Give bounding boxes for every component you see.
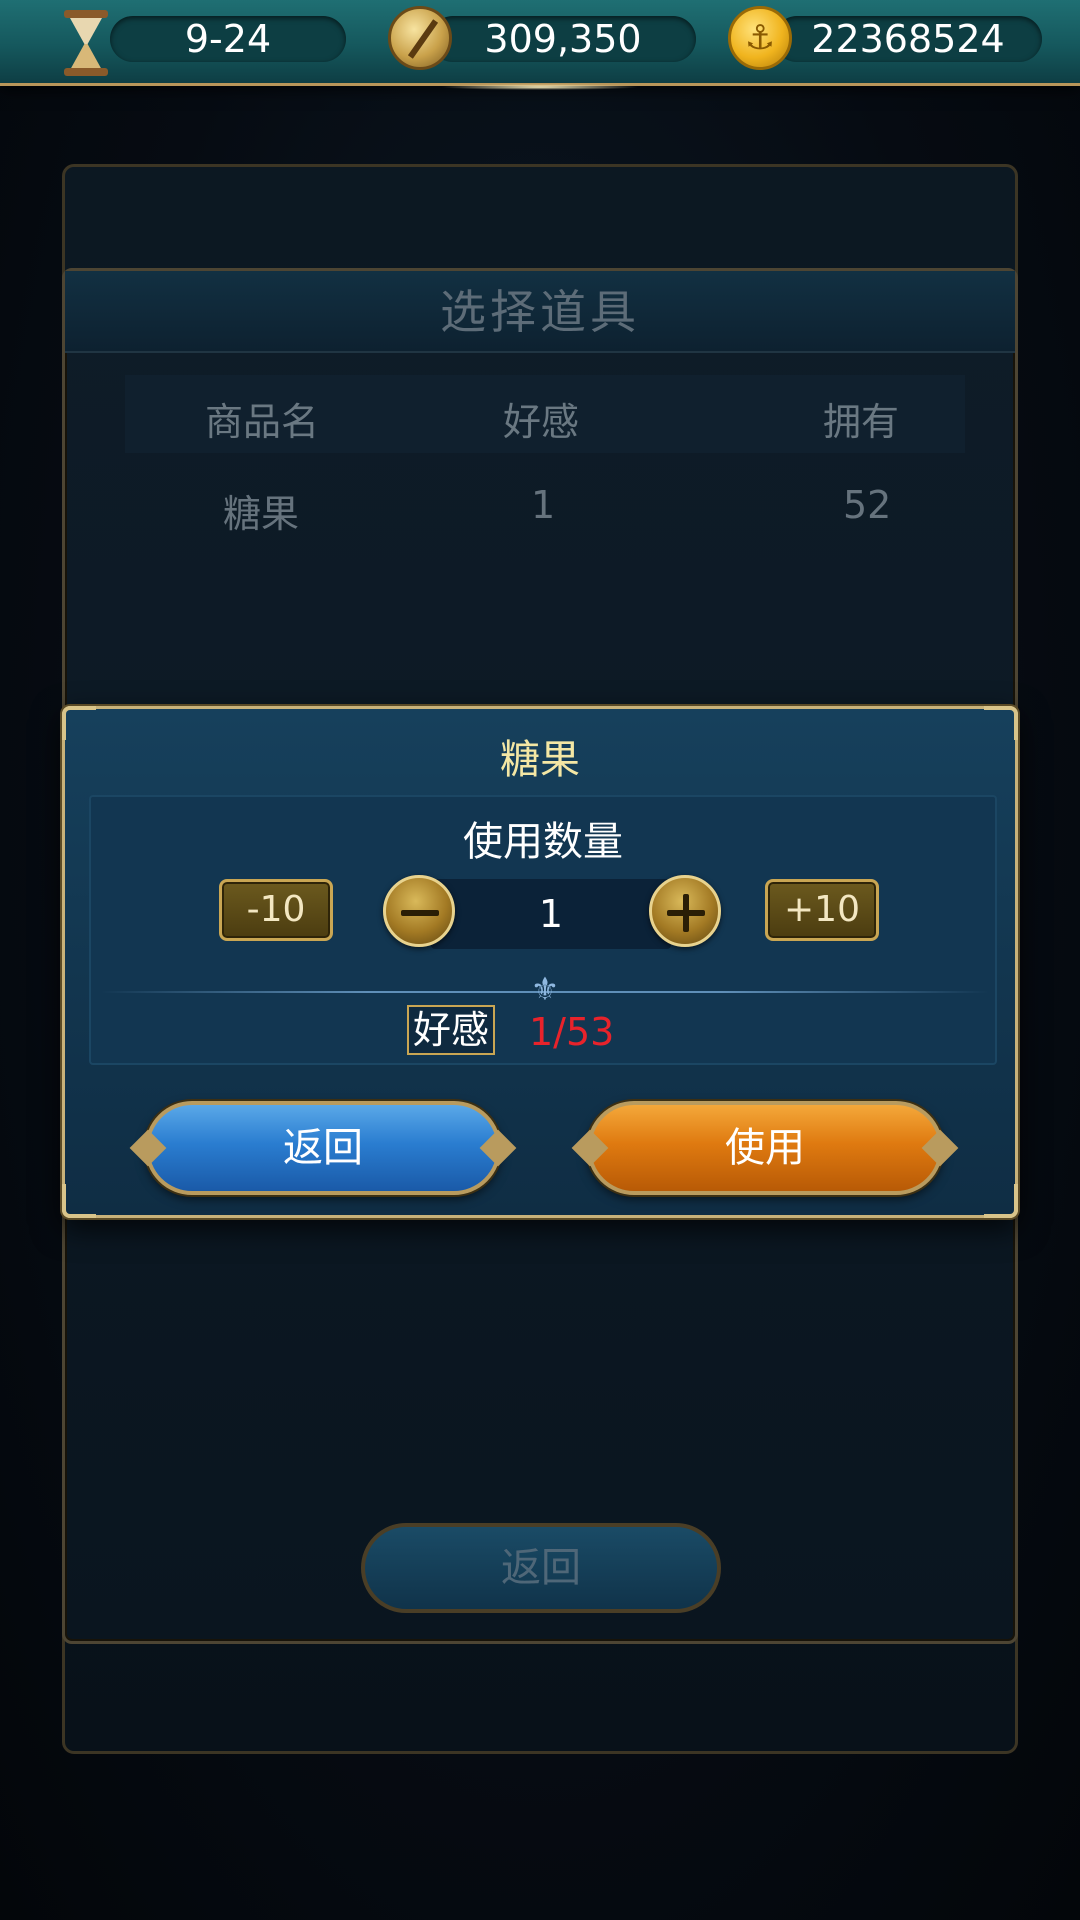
- panel-back-label: 返回: [501, 1545, 581, 1591]
- favor-label: 好感: [407, 1005, 496, 1055]
- column-header-name: 商品名: [205, 400, 320, 444]
- panel-back-button[interactable]: 返回: [361, 1523, 721, 1613]
- back-button[interactable]: 返回: [129, 1101, 517, 1195]
- corner-ornament: [984, 1184, 1018, 1218]
- row-item-favor: 1: [531, 483, 556, 527]
- gold-counter: 22368524: [774, 16, 1042, 62]
- hourglass-icon: [56, 6, 116, 76]
- select-item-title: 选择道具: [440, 285, 640, 339]
- plus-icon[interactable]: [649, 875, 721, 947]
- column-header-favor: 好感: [503, 400, 580, 444]
- use-item-dialog: 糖果 使用数量 -10 1 +10 ⚜ 好感 1/53 返回 使用: [62, 706, 1018, 1218]
- gold-value: 22368524: [811, 17, 1005, 61]
- row-item-owned: 52: [843, 483, 892, 527]
- column-header-owned: 拥有: [823, 400, 900, 444]
- game-screen: 9-24 309,350 22368524 ⚓ 选择道具 商品名 好感 拥有 糖…: [0, 0, 1080, 1920]
- button-ornament: [129, 1129, 167, 1167]
- compass-icon: [388, 6, 452, 70]
- button-ornament: [921, 1129, 959, 1167]
- silver-counter: 309,350: [430, 16, 696, 62]
- row-item-name: 糖果: [223, 492, 300, 536]
- button-ornament: [571, 1129, 609, 1167]
- date-value: 9-24: [184, 17, 272, 61]
- corner-ornament: [62, 1184, 96, 1218]
- use-button-label: 使用: [725, 1125, 805, 1171]
- minus-icon[interactable]: [383, 875, 455, 947]
- dialog-title: 糖果: [500, 737, 580, 783]
- quantity-input[interactable]: 1: [431, 879, 671, 949]
- favor-value: 1/53: [529, 1010, 615, 1054]
- quantity-section: 使用数量 -10 1 +10 ⚜ 好感 1/53: [89, 795, 997, 1065]
- button-ornament: [479, 1129, 517, 1167]
- back-button-label: 返回: [283, 1125, 363, 1171]
- silver-value: 309,350: [484, 17, 642, 61]
- anchor-coin-icon: ⚓: [728, 6, 792, 70]
- fleur-ornament-icon: ⚜: [530, 970, 560, 1008]
- plus-ten-button[interactable]: +10: [765, 879, 879, 941]
- use-button[interactable]: 使用: [571, 1101, 959, 1195]
- resource-bar: 9-24 309,350 22368524 ⚓: [0, 0, 1080, 90]
- date-counter: 9-24: [110, 16, 346, 62]
- minus-ten-button[interactable]: -10: [219, 879, 333, 941]
- quantity-label: 使用数量: [463, 819, 623, 865]
- select-item-header: 选择道具: [65, 271, 1015, 353]
